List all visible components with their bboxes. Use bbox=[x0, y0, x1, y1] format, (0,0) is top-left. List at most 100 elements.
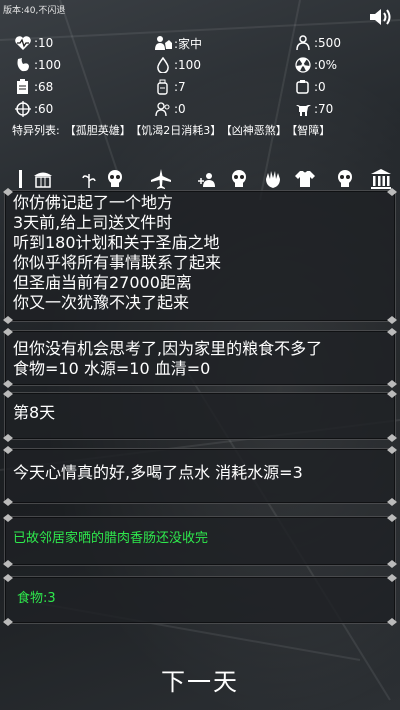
stat-value: :70 bbox=[314, 102, 334, 116]
panel-corner-decoration bbox=[387, 560, 397, 568]
radiation-icon bbox=[295, 57, 311, 73]
panel-corner-decoration bbox=[3, 390, 13, 398]
stat-sanity: :68 bbox=[14, 78, 154, 96]
panel-corner-decoration bbox=[3, 380, 13, 388]
trait-item[interactable]: 【智障】 bbox=[292, 124, 331, 137]
next-day-button[interactable]: 下一天 bbox=[150, 664, 250, 700]
shop-icon[interactable] bbox=[32, 168, 54, 190]
stat-location: :家中 bbox=[154, 34, 294, 52]
stat-value: :7 bbox=[174, 80, 186, 94]
stat-health: :10 bbox=[14, 34, 154, 52]
home-person-icon bbox=[155, 36, 172, 50]
ammo-icon bbox=[296, 80, 309, 94]
panel-corner-decoration bbox=[3, 498, 13, 506]
crosshair-icon bbox=[15, 101, 31, 117]
traits-label: 特异列表: bbox=[12, 124, 60, 137]
supplies-line: 但你没有机会思考了,因为家里的粮食不多了 bbox=[13, 339, 323, 358]
panel-corner-decoration bbox=[3, 574, 13, 582]
stat-value: :0 bbox=[314, 80, 326, 94]
food-panel: 食物:3 bbox=[3, 574, 397, 626]
story-panel: 你仿佛记起了一个地方 3天前,给上司送文件时 听到180计划和关于圣庙之地 你似… bbox=[3, 188, 397, 324]
stat-value: :60 bbox=[34, 102, 54, 116]
stat-water: :100 bbox=[154, 56, 294, 74]
panel-corner-decoration bbox=[387, 188, 397, 196]
stat-value: :10 bbox=[34, 36, 54, 50]
event-panel: 已故邻居家晒的腊肉香肠还没收完 bbox=[3, 514, 397, 568]
panel-corner-decoration bbox=[387, 434, 397, 442]
stats-grid: :10 :家中 :500 :100 :100 :0% :68 :7 :0 :60… bbox=[14, 34, 394, 118]
supplies-panel: 但你没有机会思考了,因为家里的粮食不多了 食物=10 水源=10 血清=0 bbox=[3, 328, 397, 388]
heart-pulse-icon bbox=[15, 36, 31, 50]
stat-hunger: :100 bbox=[14, 56, 154, 74]
temple-icon[interactable] bbox=[370, 168, 392, 190]
panel-corner-decoration bbox=[3, 446, 13, 454]
panel-corner-decoration bbox=[387, 514, 397, 522]
bottle-icon bbox=[157, 79, 168, 95]
story-line: 你似乎将所有事情联系了起来 bbox=[13, 253, 222, 272]
stat-value: :68 bbox=[34, 80, 54, 94]
skull-icon[interactable] bbox=[334, 168, 356, 190]
stat-value: :100 bbox=[34, 58, 61, 72]
stat-value: :家中 bbox=[174, 36, 203, 51]
skull-icon[interactable] bbox=[104, 168, 126, 190]
panel-corner-decoration bbox=[387, 328, 397, 336]
story-line: 听到180计划和关于圣庙之地 bbox=[13, 233, 220, 252]
stat-ammo: :0 bbox=[294, 78, 394, 96]
panel-corner-decoration bbox=[387, 316, 397, 324]
stat-value: :0% bbox=[314, 58, 338, 72]
hand-icon[interactable] bbox=[262, 168, 284, 190]
panel-corner-decoration bbox=[3, 560, 13, 568]
plane-icon[interactable] bbox=[150, 168, 172, 190]
sound-icon[interactable] bbox=[368, 6, 392, 28]
panel-corner-decoration bbox=[387, 380, 397, 388]
trait-item[interactable]: 【孤胆英雄】 bbox=[65, 124, 131, 137]
clipboard-icon bbox=[17, 79, 28, 94]
plant-icon[interactable] bbox=[78, 168, 100, 190]
panel-corner-decoration bbox=[387, 574, 397, 582]
panel-corner-decoration bbox=[3, 328, 13, 336]
stat-bottle: :7 bbox=[154, 78, 294, 96]
traits-list: 特异列表: 【孤胆英雄】 【饥渴2日消耗3】 【凶神恶煞】 【智障】 bbox=[12, 122, 335, 138]
skull-icon[interactable] bbox=[228, 168, 250, 190]
water-drop-icon bbox=[157, 57, 169, 73]
stat-value: :500 bbox=[314, 36, 341, 50]
add-person-icon[interactable] bbox=[196, 168, 218, 190]
stat-value: :100 bbox=[174, 58, 201, 72]
cow-icon bbox=[296, 105, 311, 116]
mood-text: 今天心情真的好,多喝了点水 消耗水源=3 bbox=[13, 463, 303, 482]
event-text: 已故邻居家晒的腊肉香肠还没收完 bbox=[13, 531, 209, 546]
bar-icon[interactable] bbox=[10, 168, 32, 190]
panel-corner-decoration bbox=[387, 618, 397, 626]
panel-corner-decoration bbox=[3, 514, 13, 522]
stat-value: :0 bbox=[174, 102, 186, 116]
panel-corner-decoration bbox=[3, 188, 13, 196]
stat-accuracy: :60 bbox=[14, 100, 154, 118]
action-icon-row bbox=[0, 168, 400, 192]
story-line: 你仿佛记起了一个地方 bbox=[13, 193, 174, 212]
panel-corner-decoration bbox=[3, 316, 13, 324]
panel-corner-decoration bbox=[3, 618, 13, 626]
panel-corner-decoration bbox=[3, 434, 13, 442]
story-line: 3天前,给上司送文件时 bbox=[13, 213, 173, 232]
day-label: 第8天 bbox=[13, 403, 56, 422]
people-icon bbox=[296, 35, 310, 51]
version-label: 版本:40,不闪退 bbox=[3, 6, 66, 16]
stomach-icon bbox=[17, 58, 29, 72]
stat-population: :500 bbox=[294, 34, 394, 52]
panel-corner-decoration bbox=[387, 498, 397, 506]
supplies-line: 食物=10 水源=10 血清=0 bbox=[13, 359, 211, 378]
trait-item[interactable]: 【饥渴2日消耗3】 bbox=[136, 124, 222, 137]
panel-corner-decoration bbox=[387, 446, 397, 454]
survivors-icon bbox=[155, 102, 170, 117]
food-text: 食物:3 bbox=[17, 591, 56, 606]
panel-corner-decoration bbox=[387, 390, 397, 398]
stat-radiation: :0% bbox=[294, 56, 394, 74]
story-line: 但圣庙当前有27000距离 bbox=[13, 273, 192, 292]
stat-survivors: :0 bbox=[154, 100, 294, 118]
shirt-icon[interactable] bbox=[294, 168, 316, 190]
mood-panel: 今天心情真的好,多喝了点水 消耗水源=3 bbox=[3, 446, 397, 506]
stat-livestock: :70 bbox=[294, 100, 394, 118]
trait-item[interactable]: 【凶神恶煞】 bbox=[226, 124, 287, 137]
story-line: 你又一次犹豫不决了起来 bbox=[13, 293, 190, 312]
day-panel: 第8天 bbox=[3, 390, 397, 442]
